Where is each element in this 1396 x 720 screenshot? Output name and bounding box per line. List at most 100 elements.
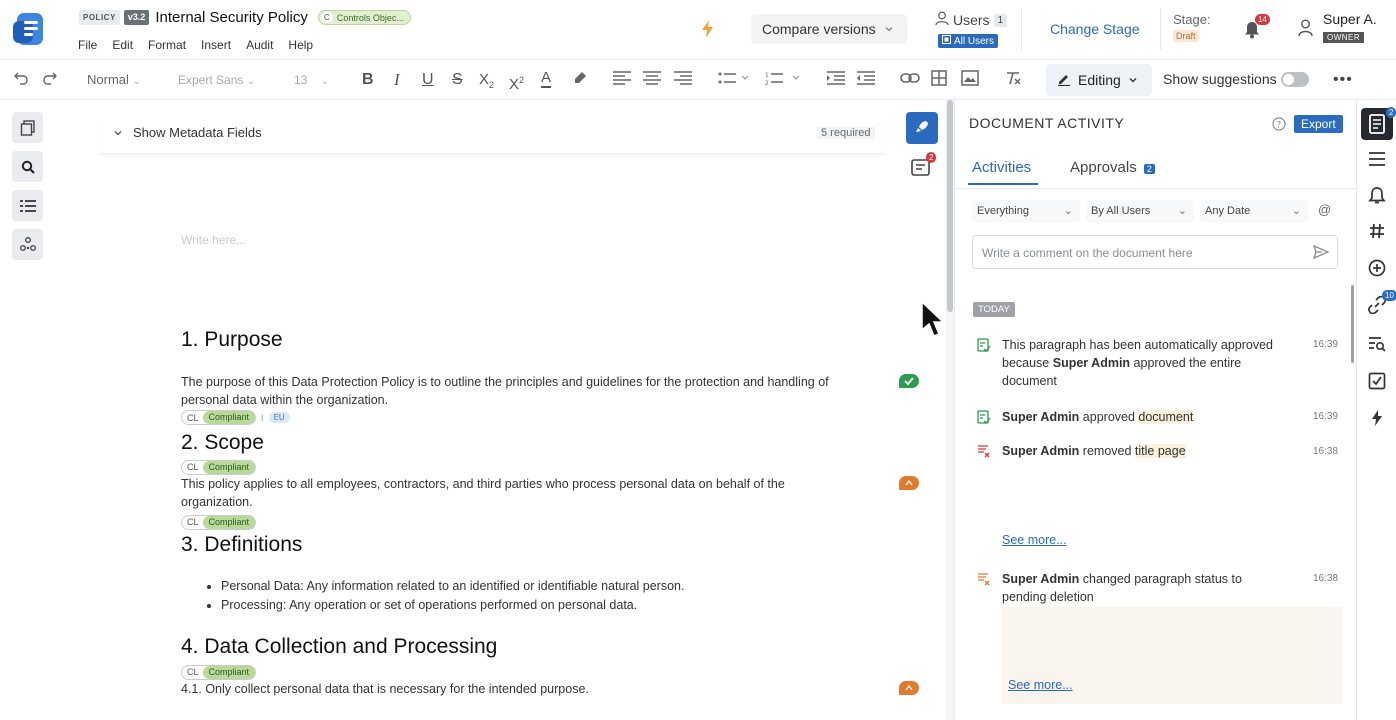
strikethrough-icon[interactable]: S xyxy=(452,70,463,90)
font-family-select[interactable]: Expert Sans ⌄ xyxy=(178,70,255,90)
bold-icon[interactable]: B xyxy=(362,70,374,90)
see-more-link[interactable]: See more... xyxy=(1002,533,1067,547)
metadata-bar[interactable]: Show Metadata Fields 5 required xyxy=(100,116,884,154)
highlight-icon[interactable] xyxy=(573,70,587,90)
scrollbar-thumb[interactable] xyxy=(947,100,953,312)
activity-item[interactable]: Super Admin approved document xyxy=(1002,408,1277,426)
compliance-chip[interactable]: CL Compliant xyxy=(181,459,257,475)
section-paragraph[interactable]: 4.1. Only collect personal data that is … xyxy=(181,680,831,698)
activity-item[interactable]: Super Admin changed paragraph status to … xyxy=(1002,570,1277,606)
metadata-toggle-label[interactable]: Show Metadata Fields xyxy=(133,125,262,140)
outdent-icon[interactable] xyxy=(857,70,875,90)
category-pill[interactable]: C Controls Objec... xyxy=(317,10,411,25)
app-logo[interactable] xyxy=(13,11,47,47)
export-button[interactable]: Export xyxy=(1294,115,1343,133)
automation-lightning-icon[interactable] xyxy=(1361,402,1393,434)
compare-versions-button[interactable]: Compare versions xyxy=(751,14,907,44)
mention-filter-icon[interactable]: @ xyxy=(1318,202,1331,217)
alerts-bell-icon[interactable] xyxy=(1361,179,1393,211)
document-title[interactable]: Internal Security Policy xyxy=(155,9,308,26)
menu-format[interactable]: Format xyxy=(148,38,186,52)
underline-icon[interactable]: U xyxy=(422,70,434,90)
activity-target-link[interactable]: document xyxy=(1138,410,1194,424)
align-right-icon[interactable] xyxy=(674,70,692,90)
filter-user-select[interactable]: By All Users ⌄ xyxy=(1086,200,1194,222)
redo-icon[interactable] xyxy=(42,70,58,90)
stage-badge[interactable]: Draft xyxy=(1173,30,1199,42)
image-icon[interactable] xyxy=(961,70,979,90)
clear-formatting-icon[interactable] xyxy=(1005,70,1021,90)
text-search-icon[interactable] xyxy=(1361,328,1393,360)
write-here-placeholder[interactable]: Write here... xyxy=(181,233,246,247)
section-heading[interactable]: 1. Purpose xyxy=(181,328,283,352)
pending-status-icon[interactable] xyxy=(899,476,919,490)
paragraph-style-select[interactable]: Normal ⌄ xyxy=(87,70,141,90)
menu-audit[interactable]: Audit xyxy=(246,38,273,52)
menu-help[interactable]: Help xyxy=(288,38,313,52)
undo-icon[interactable] xyxy=(13,70,29,90)
pending-status-icon[interactable] xyxy=(899,681,919,695)
rocket-button[interactable] xyxy=(906,112,938,144)
add-comment-icon[interactable] xyxy=(1361,252,1393,284)
copy-pages-icon[interactable] xyxy=(12,112,43,143)
filter-type-select[interactable]: Everything ⌄ xyxy=(972,200,1080,222)
menu-edit[interactable]: Edit xyxy=(112,38,133,52)
panel-scrollbar-thumb[interactable] xyxy=(1351,285,1354,363)
menu-file[interactable]: File xyxy=(78,38,97,52)
indent-icon[interactable] xyxy=(827,70,845,90)
see-more-link[interactable]: See more... xyxy=(1008,678,1073,692)
comment-input[interactable]: Write a comment on the document here xyxy=(972,235,1338,269)
font-size-select[interactable]: 13 ⌄ xyxy=(294,70,329,90)
list-item[interactable]: Personal Data: Any information related t… xyxy=(221,577,821,596)
superscript-icon[interactable]: X2 xyxy=(509,70,524,93)
subscript-icon[interactable]: X2 xyxy=(479,70,494,90)
change-stage-button[interactable]: Change Stage xyxy=(1050,21,1140,37)
region-chip[interactable]: EU xyxy=(268,412,290,423)
activity-item[interactable]: Super Admin removed title page xyxy=(1002,442,1277,460)
menu-insert[interactable]: Insert xyxy=(201,38,231,52)
help-icon[interactable]: ? xyxy=(1272,117,1286,134)
table-icon[interactable] xyxy=(931,70,947,90)
lightning-icon[interactable] xyxy=(700,19,716,42)
section-heading[interactable]: 2. Scope xyxy=(181,431,264,455)
align-left-icon[interactable] xyxy=(613,70,631,90)
align-center-icon[interactable] xyxy=(643,70,661,90)
numbered-list-icon[interactable]: 12 xyxy=(765,70,801,90)
users-control[interactable]: Users 1 xyxy=(935,11,1008,29)
activity-target-link[interactable]: title page xyxy=(1134,444,1186,458)
section-heading[interactable]: 4. Data Collection and Processing xyxy=(181,635,497,659)
more-options-icon[interactable]: ••• xyxy=(1333,71,1353,89)
search-icon[interactable] xyxy=(12,151,43,182)
filter-date-select[interactable]: Any Date ⌄ xyxy=(1200,200,1308,222)
editor-scrollbar[interactable] xyxy=(946,100,954,720)
all-users-badge[interactable]: All Users xyxy=(938,34,999,48)
tab-approvals[interactable]: Approvals 2 xyxy=(1070,159,1155,176)
link-icon[interactable] xyxy=(900,70,920,90)
user-avatar-icon[interactable] xyxy=(1298,19,1313,40)
section-paragraph[interactable]: This policy applies to all employees, co… xyxy=(181,475,811,511)
paragraph-list-icon[interactable] xyxy=(1361,143,1393,175)
show-suggestions-toggle[interactable] xyxy=(1281,72,1309,87)
send-icon[interactable] xyxy=(1312,244,1330,263)
workflow-icon[interactable] xyxy=(12,229,43,260)
list-item[interactable]: Processing: Any operation or set of oper… xyxy=(221,596,821,615)
activity-item[interactable]: This paragraph has been automatically ap… xyxy=(1002,336,1277,390)
removal-activity-icon xyxy=(977,444,991,461)
compliance-chip[interactable]: CL Compliant xyxy=(181,514,257,530)
document-editor[interactable]: Show Metadata Fields 5 required 2 Write … xyxy=(56,100,946,720)
checkbox-task-icon[interactable] xyxy=(1361,365,1393,397)
compliance-chip[interactable]: CL Compliant xyxy=(181,410,257,425)
compliance-chip[interactable]: CL Compliant xyxy=(181,664,257,680)
bullet-list-icon[interactable] xyxy=(718,70,749,90)
approved-status-icon[interactable] xyxy=(899,374,919,388)
text-color-icon[interactable]: A xyxy=(541,70,552,88)
section-heading[interactable]: 3. Definitions xyxy=(181,533,302,557)
editing-mode-select[interactable]: Editing xyxy=(1046,64,1152,96)
italic-icon[interactable]: I xyxy=(394,70,400,90)
tab-activities[interactable]: Activities xyxy=(972,159,1031,176)
user-name[interactable]: Super A. xyxy=(1323,11,1377,27)
hashtag-icon[interactable] xyxy=(1361,215,1393,247)
section-paragraph[interactable]: The purpose of this Data Protection Poli… xyxy=(181,373,831,409)
version-badge[interactable]: v3.2 xyxy=(123,10,150,25)
outline-list-icon[interactable] xyxy=(12,190,43,221)
